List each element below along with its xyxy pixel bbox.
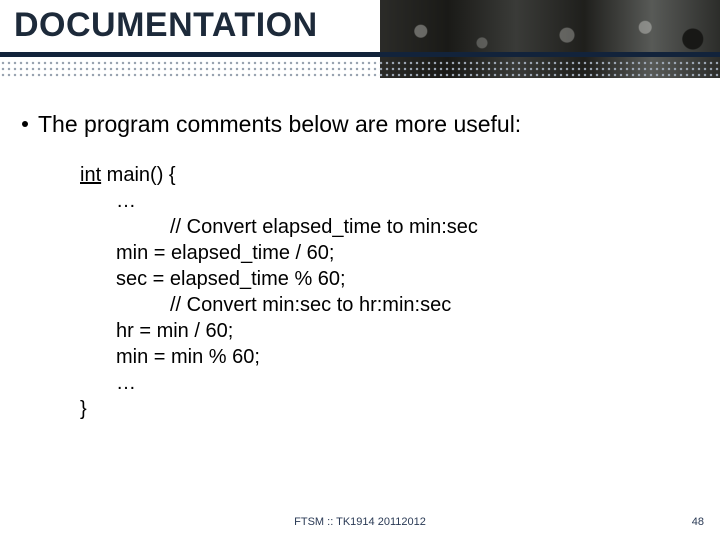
slide-title: DOCUMENTATION bbox=[14, 6, 318, 45]
code-keyword: int bbox=[80, 164, 101, 186]
content-area: The program comments below are more usef… bbox=[22, 110, 698, 422]
code-line: } bbox=[80, 396, 698, 422]
title-dotted-band bbox=[0, 60, 720, 78]
footer-text: FTSM :: TK1914 20112012 bbox=[0, 516, 720, 528]
bullet-icon bbox=[22, 121, 28, 127]
code-line: int main() { bbox=[80, 162, 698, 188]
title-underline-bar bbox=[0, 52, 720, 57]
code-comment: // Convert elapsed_time to min:sec bbox=[80, 214, 698, 240]
bullet-item: The program comments below are more usef… bbox=[22, 110, 698, 140]
code-line: … bbox=[80, 188, 698, 214]
bullet-text: The program comments below are more usef… bbox=[38, 110, 521, 140]
code-comment: // Convert min:sec to hr:min:sec bbox=[80, 292, 698, 318]
slide: DOCUMENTATION The program comments below… bbox=[0, 0, 720, 540]
code-text: main() { bbox=[101, 164, 175, 186]
header: DOCUMENTATION bbox=[0, 0, 720, 92]
code-block: int main() { … // Convert elapsed_time t… bbox=[80, 162, 698, 422]
code-line: min = min % 60; bbox=[80, 344, 698, 370]
code-line: min = elapsed_time / 60; bbox=[80, 240, 698, 266]
code-line: hr = min / 60; bbox=[80, 318, 698, 344]
code-line: sec = elapsed_time % 60; bbox=[80, 266, 698, 292]
page-number: 48 bbox=[692, 516, 704, 528]
code-line: … bbox=[80, 370, 698, 396]
